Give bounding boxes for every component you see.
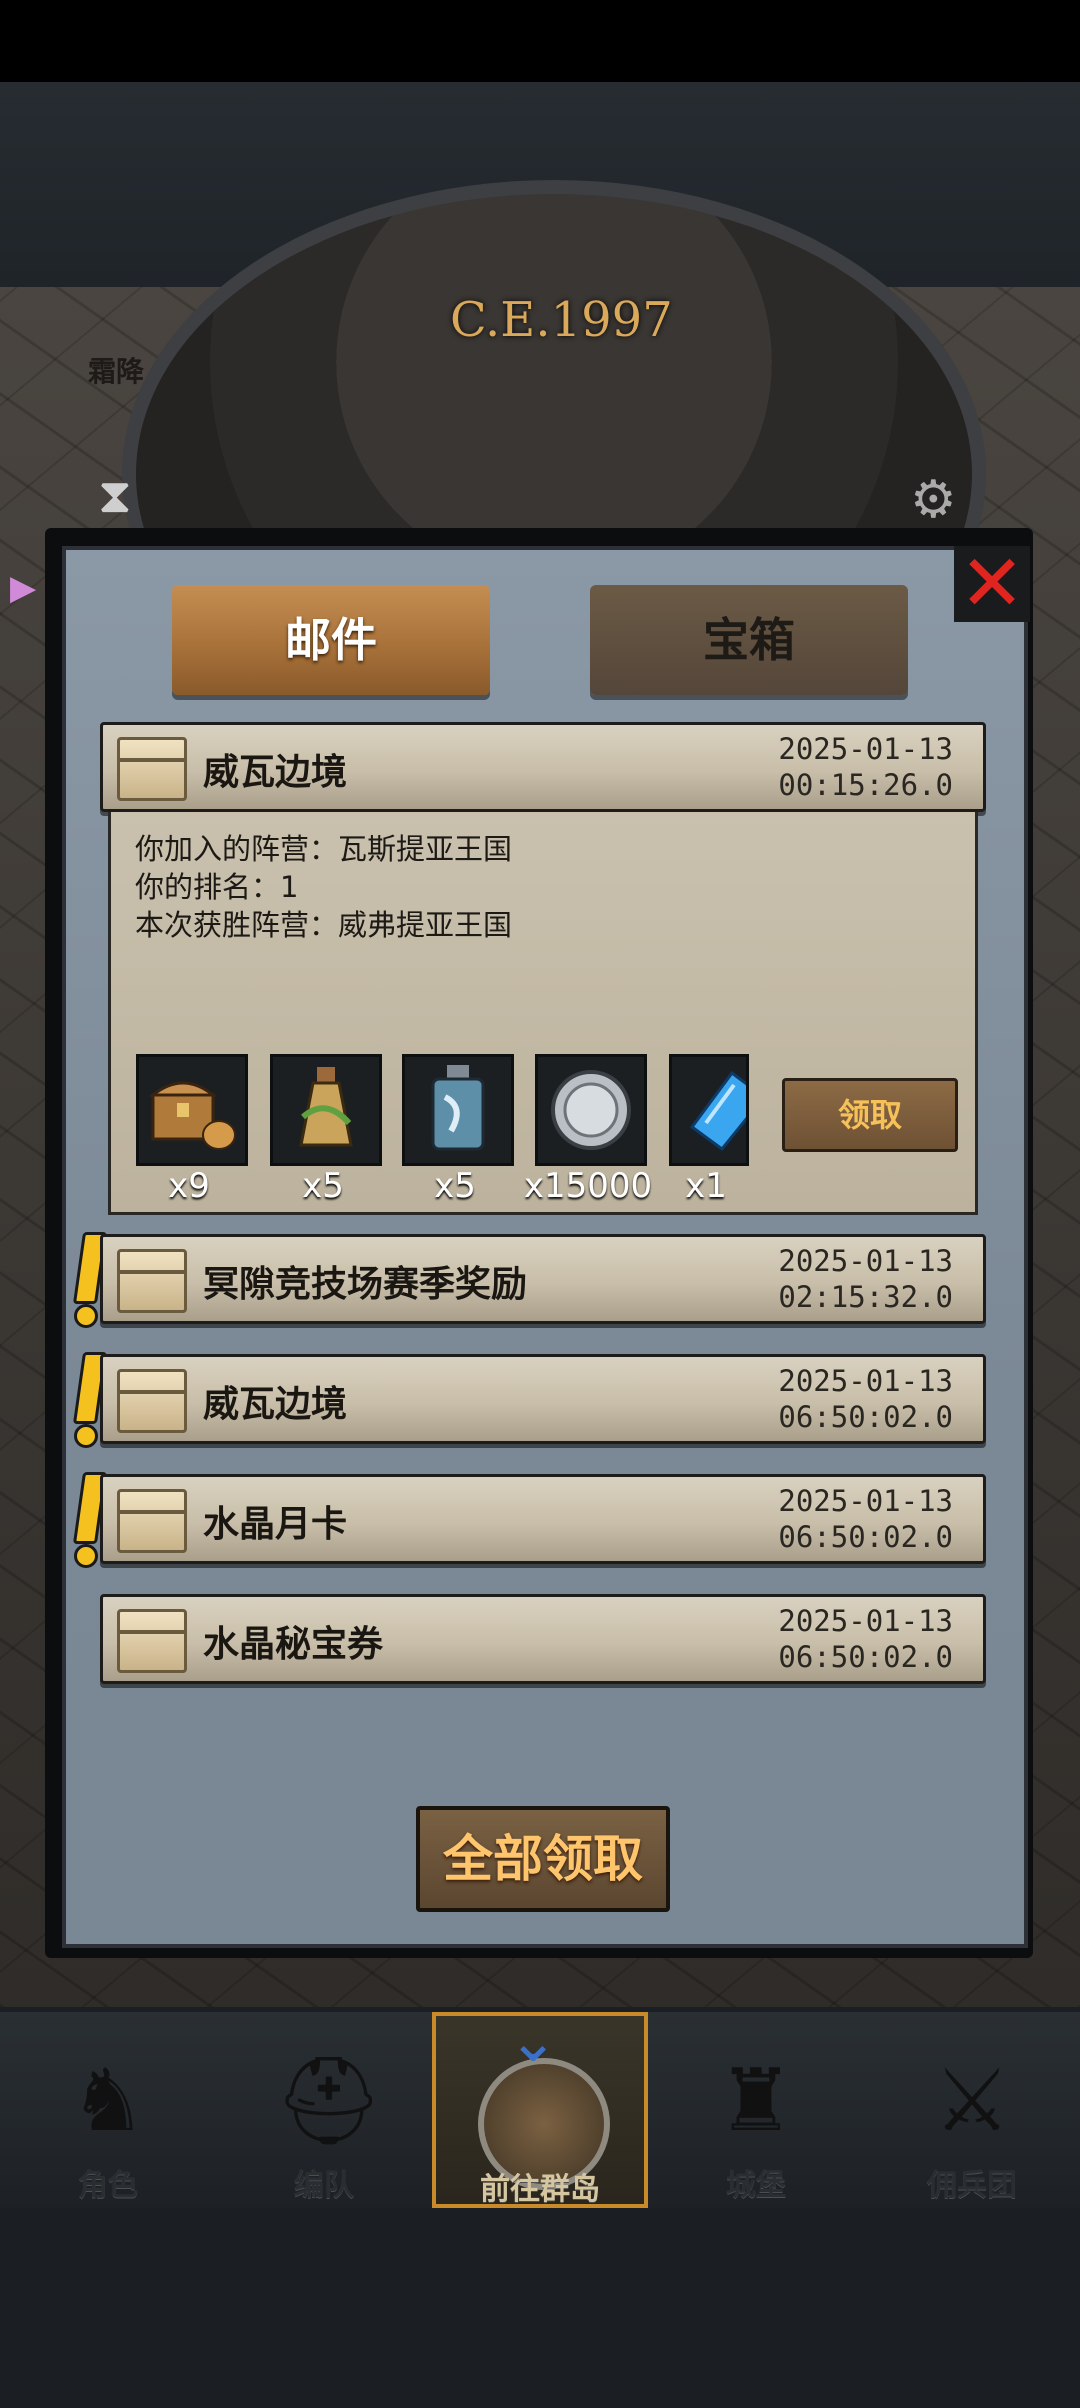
mail-date: 2025-01-13 (778, 1484, 953, 1518)
tab-mail[interactable]: 邮件 (172, 585, 490, 695)
mail-title: 威瓦边境 (203, 1384, 348, 1425)
claim-all-button[interactable]: 全部领取 (416, 1806, 670, 1912)
crystal-flask-icon[interactable] (402, 1054, 514, 1166)
mail-date: 2025-01-13 (778, 732, 953, 766)
mail-title: 水晶秘宝券 (203, 1624, 384, 1665)
mail-item[interactable]: 冥隙竞技场赛季奖励 2025-01-13 02:15:32.0 (100, 1234, 986, 1324)
mail-timestamp: 2025-01-13 06:50:02.0 (778, 1483, 953, 1555)
unread-alert-icon (72, 1472, 108, 1568)
mail-title: 威瓦边境 (203, 752, 348, 793)
year-label: C.E.1997 (450, 292, 673, 348)
mail-item[interactable]: 水晶月卡 2025-01-13 06:50:02.0 (100, 1474, 986, 1564)
castle-icon: ♜ (717, 2051, 795, 2151)
region-tag: 霜降 (88, 355, 145, 388)
mail-title: 冥隙竞技场赛季奖励 (203, 1264, 528, 1305)
treasure-chest-icon[interactable] (136, 1054, 248, 1166)
knight-icon: ♞ (69, 2051, 147, 2151)
nav-label: 角色 (78, 2168, 138, 2203)
mail-time: 06:50:02.0 (778, 1520, 953, 1554)
reward-qty: x15000 (523, 1166, 653, 1206)
box-icon (117, 737, 187, 801)
box-icon (117, 1369, 187, 1433)
unread-alert-icon (72, 1232, 108, 1328)
hourglass-icon[interactable]: ⧗ (98, 468, 132, 525)
mail-title: 水晶月卡 (203, 1504, 348, 1545)
box-icon (117, 1249, 187, 1313)
potion-bottle-icon[interactable] (270, 1054, 382, 1166)
nav-label: 前往群岛 (480, 2172, 600, 2207)
mail-time: 06:50:02.0 (778, 1400, 953, 1434)
helmet-icon: ⛑ (274, 2051, 384, 2151)
mail-time: 06:50:02.0 (778, 1640, 953, 1674)
nav-label: 编队 (294, 2168, 354, 2203)
unread-alert-icon (72, 1352, 108, 1448)
mail-date: 2025-01-13 (778, 1604, 953, 1638)
nav-label: 城堡 (726, 2168, 786, 2203)
mail-timestamp: 2025-01-13 06:50:02.0 (778, 1603, 953, 1675)
tab-chest[interactable]: 宝箱 (590, 585, 908, 695)
mail-item[interactable]: 水晶秘宝券 2025-01-13 06:50:02.0 (100, 1594, 986, 1684)
gear-icon[interactable]: ⚙ (910, 470, 957, 530)
mail-timestamp: 2025-01-13 06:50:02.0 (778, 1363, 953, 1435)
claim-button[interactable]: 领取 (782, 1078, 958, 1152)
silver-coin-icon[interactable] (535, 1054, 647, 1166)
mail-line-rank: 你的排名：1 (135, 870, 299, 904)
mail-line-faction: 你加入的阵营：瓦斯提亚王国 (135, 832, 513, 866)
mail-date: 2025-01-13 (778, 1364, 953, 1398)
nav-label: 佣兵团 (927, 2168, 1017, 2203)
side-arrow-icon[interactable]: ▶ (10, 568, 36, 608)
mail-item[interactable]: 威瓦边境 2025-01-13 06:50:02.0 (100, 1354, 986, 1444)
nav-item-islands[interactable]: ⌄ 前往群岛 (432, 2006, 648, 2208)
blue-crystal-icon[interactable] (669, 1054, 749, 1166)
nav-item-character[interactable]: ♞ 角色 (0, 2012, 216, 2208)
nav-item-mercenary[interactable]: ⚔ 佣兵团 (864, 2012, 1080, 2208)
mail-time: 02:15:32.0 (778, 1280, 953, 1314)
nav-item-castle[interactable]: ♜ 城堡 (648, 2012, 864, 2208)
mercenary-icon: ⚔ (933, 2051, 1011, 2151)
close-button[interactable]: ✕ (954, 545, 1030, 623)
mail-item[interactable]: 威瓦边境 2025-01-13 00:15:26.0 (100, 722, 986, 812)
mail-line-winner: 本次获胜阵营：威弗提亚王国 (135, 908, 513, 942)
status-bar (0, 0, 1080, 82)
chevron-down-icon: ⌄ (508, 2006, 559, 2076)
mail-time: 00:15:26.0 (778, 768, 953, 802)
footer-band (0, 2208, 1080, 2408)
mail-date: 2025-01-13 (778, 1244, 953, 1278)
reward-qty: x1 (685, 1166, 727, 1206)
box-icon (117, 1609, 187, 1673)
nav-item-formation[interactable]: ⛑ 编队 (216, 2012, 432, 2208)
mail-timestamp: 2025-01-13 00:15:26.0 (778, 731, 953, 803)
box-icon (117, 1489, 187, 1553)
mail-timestamp: 2025-01-13 02:15:32.0 (778, 1243, 953, 1315)
